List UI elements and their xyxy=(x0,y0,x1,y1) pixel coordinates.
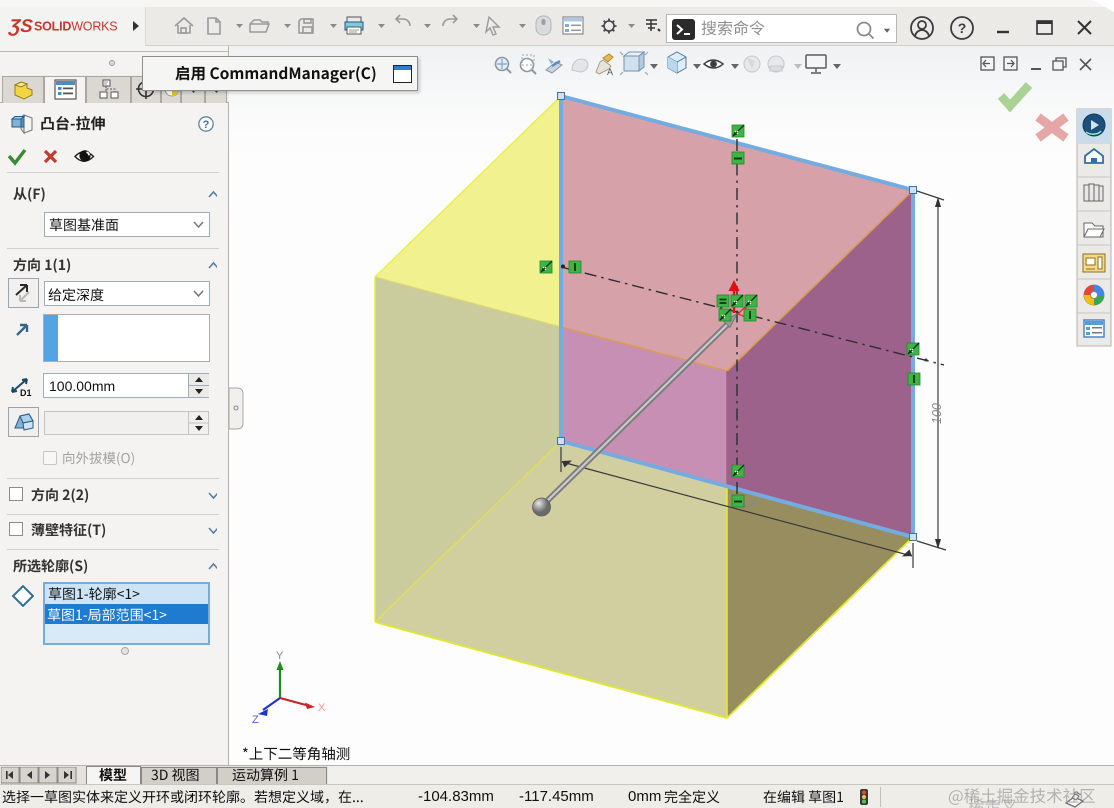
svg-text:100: 100 xyxy=(930,403,944,424)
svg-text:ƷS: ƷS xyxy=(7,15,34,36)
svg-text:X: X xyxy=(318,702,326,714)
svg-text:?: ? xyxy=(958,20,967,36)
svg-text:A: A xyxy=(607,67,613,77)
svg-text:SOLIDWORKS: SOLIDWORKS xyxy=(34,20,117,34)
svg-text:?: ? xyxy=(203,119,210,131)
svg-text:Z: Z xyxy=(252,714,259,726)
svg-text:Y: Y xyxy=(276,650,284,662)
svg-text:D1: D1 xyxy=(20,388,32,397)
